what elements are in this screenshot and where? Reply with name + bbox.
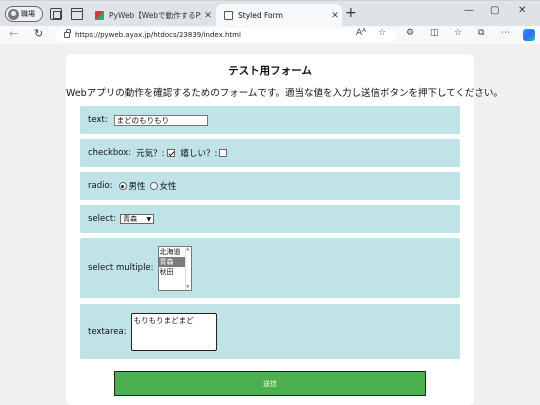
pyweb-favicon-icon xyxy=(95,11,104,20)
workspaces-icon[interactable] xyxy=(50,8,62,20)
tab-close-icon[interactable]: ✕ xyxy=(201,11,215,21)
page-title: テスト用フォーム xyxy=(228,65,312,77)
radio-male[interactable] xyxy=(118,182,127,190)
tab-title: Styled Form xyxy=(238,11,283,20)
submit-button[interactable]: 送信 xyxy=(114,371,426,396)
prefecture-multi-select[interactable]: 北海道 青森 秋田 xyxy=(157,245,192,291)
extensions-icon[interactable]: ⚙ xyxy=(406,28,414,38)
multi-option[interactable]: 青森 xyxy=(158,256,185,267)
profile-avatar-icon xyxy=(8,8,19,20)
radio-male-label: 男性 xyxy=(128,182,146,192)
refresh-icon[interactable]: ↻ xyxy=(34,27,43,40)
new-tab-button[interactable]: + xyxy=(345,5,357,21)
favorites-icon[interactable]: ☆ xyxy=(454,28,462,38)
checkbox-ureshii[interactable] xyxy=(219,149,228,157)
textarea-row: textarea: もりもりまどまど xyxy=(80,304,460,359)
text-input[interactable]: まどのもりもり xyxy=(113,114,208,126)
checkbox-genki-label: 元気？: xyxy=(136,149,165,159)
browser-toolbar: ← ↻ https://pyweb.ayax.jp/htdocs/23839/i… xyxy=(0,26,540,44)
tab-close-icon[interactable]: ✕ xyxy=(328,11,342,21)
textarea-input[interactable]: もりもりまどまど xyxy=(130,312,217,351)
address-bar[interactable]: https://pyweb.ayax.jp/htdocs/23839/index… xyxy=(56,28,396,42)
select-value: 青森 xyxy=(123,215,138,223)
text-row: text: まどのもりもり xyxy=(80,106,460,134)
more-menu-icon[interactable]: ⋯ xyxy=(501,28,510,38)
tab-styled-form[interactable]: Styled Form ✕ xyxy=(216,4,342,27)
tab-title: PyWeb【Webで動作するPython実 xyxy=(109,11,201,20)
split-screen-icon[interactable]: ◫ xyxy=(430,28,439,38)
textarea-label: textarea: xyxy=(88,326,127,337)
checkbox-genki[interactable] xyxy=(166,149,175,157)
prefecture-select[interactable]: 青森 ▼ xyxy=(120,214,155,224)
copilot-icon[interactable] xyxy=(523,29,535,41)
favorite-star-icon[interactable]: ☆ xyxy=(378,28,386,38)
back-icon[interactable]: ← xyxy=(9,27,18,40)
radio-female-label: 女性 xyxy=(159,182,177,192)
close-window-button[interactable]: ✕ xyxy=(518,5,526,16)
checkbox-row: checkbox: 元気？: 嬉しい？: xyxy=(80,139,460,167)
collections-icon[interactable]: ⧉ xyxy=(478,28,484,38)
minimize-button[interactable]: — xyxy=(464,5,474,16)
select-multiple-row: select multiple: 北海道 青森 秋田 xyxy=(80,238,460,298)
maximize-button[interactable]: ▢ xyxy=(490,5,499,16)
page-favicon-icon xyxy=(224,11,233,20)
text-label: text: xyxy=(88,115,108,125)
read-aloud-icon[interactable]: Aᴬ xyxy=(356,28,366,38)
tab-actions-icon[interactable] xyxy=(71,8,83,20)
radio-row: radio: 男性 女性 xyxy=(80,172,460,200)
browser-tab-bar: 職場 PyWeb【Webで動作するPython実 ✕ Styled Form ✕… xyxy=(0,0,540,27)
radio-label: radio: xyxy=(88,181,113,191)
tab-pyweb[interactable]: PyWeb【Webで動作するPython実 ✕ xyxy=(87,4,215,27)
profile-label: 職場 xyxy=(21,10,35,18)
page-description: Webアプリの動作を確認するためのフォームです。適当な値を入力し送信ボタンを押下… xyxy=(66,88,503,99)
select-multiple-label: select multiple: xyxy=(88,263,154,273)
chevron-down-icon: ▼ xyxy=(146,216,152,223)
checkbox-ureshii-label: 嬉しい？: xyxy=(180,149,218,159)
checkbox-label: checkbox: xyxy=(88,148,132,158)
select-row: select: 青森 ▼ xyxy=(80,205,460,233)
url-text: https://pyweb.ayax.jp/htdocs/23839/index… xyxy=(75,31,241,39)
page-viewport: テスト用フォーム Webアプリの動作を確認するためのフォームです。適当な値を入力… xyxy=(0,44,540,405)
lock-icon xyxy=(64,29,71,38)
profile-button[interactable]: 職場 xyxy=(5,6,43,22)
form-card: テスト用フォーム Webアプリの動作を確認するためのフォームです。適当な値を入力… xyxy=(66,54,503,405)
multi-select-scrollbar[interactable] xyxy=(184,246,191,290)
radio-female[interactable] xyxy=(149,182,158,190)
select-label: select: xyxy=(88,214,117,224)
